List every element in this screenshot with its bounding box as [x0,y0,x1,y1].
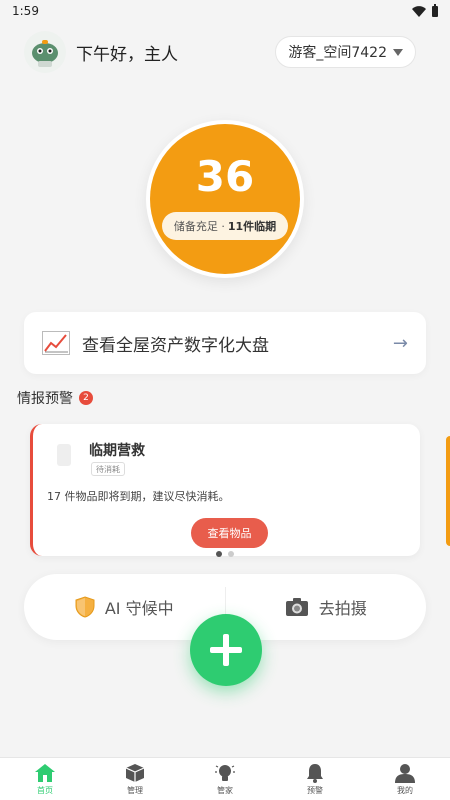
robot-avatar-icon [32,40,58,67]
take-photo-button[interactable]: 去拍摄 [226,595,427,619]
nav-item-manage[interactable]: 管理 [90,758,180,800]
item-jar-icon [57,444,71,466]
nav-item-home[interactable]: 首页 [0,758,90,800]
asset-dashboard-card[interactable]: 查看全屋资产数字化大盘 → [24,312,426,374]
alert-card-title: 临期营救 [89,443,145,459]
carousel-dot-active[interactable] [216,551,222,557]
alerts-count-badge: 2 [79,391,93,405]
bulb-icon [215,765,235,781]
score-status-pill: 储备充足 · 11件临期 [161,212,289,240]
caret-down-icon [393,48,403,56]
carousel-dots [216,551,234,557]
carousel-dot[interactable] [228,551,234,557]
nav-label-butler: 管家 [217,786,233,795]
view-items-button[interactable]: 查看物品 [191,518,268,548]
space-selector[interactable]: 游客_空间7422 [275,36,416,68]
ai-guard-label: AI 守候中 [104,599,174,618]
score-pill-bold: 11件临期 [227,220,277,233]
greeting-text: 下午好，主人 [76,44,178,65]
next-alert-card[interactable] [446,436,450,546]
alerts-title-text: 情报预警 [17,391,73,407]
nav-label-home: 首页 [37,786,53,795]
take-photo-label: 去拍摄 [318,599,367,618]
status-icons [412,3,438,17]
user-icon [395,764,415,783]
dashboard-label: 查看全屋资产数字化大盘 [82,335,269,356]
home-icon [35,764,55,782]
battery-icon [432,3,438,17]
nav-label-profile: 我的 [397,786,413,795]
bell-icon [307,764,323,783]
avatar[interactable] [24,31,66,73]
alerts-section-title: 情报预警 2 [17,388,93,408]
chart-trend-icon [42,331,70,355]
arrow-right-icon: → [392,332,408,354]
status-bar: 1:59 [0,0,450,22]
score-pill-prefix: 储备充足 · [173,220,225,233]
nav-item-butler[interactable]: 管家 [180,758,270,800]
shield-icon [75,596,95,618]
score-value: 36 [195,152,255,201]
box-icon [125,764,145,782]
space-selector-label: 游客_空间7422 [288,45,387,61]
status-time: 1:59 [12,4,39,18]
nav-item-profile[interactable]: 我的 [360,758,450,800]
alert-card[interactable]: 临期营救 待消耗 17 件物品即将到期，建议尽快消耗。 查看物品 [30,424,420,556]
add-item-button[interactable] [190,614,262,686]
alert-card-tag: 待消耗 [91,462,125,476]
inventory-score[interactable]: 36 储备充足 · 11件临期 [146,120,304,278]
bottom-nav: 首页 管理 管家 预警 我的 [0,757,450,800]
nav-item-alerts[interactable]: 预警 [270,758,360,800]
score-circle: 36 储备充足 · 11件临期 [150,124,300,274]
header: 下午好，主人 游客_空间7422 [24,31,416,73]
nav-label-manage: 管理 [127,786,143,795]
ai-guard-button[interactable]: AI 守候中 [24,595,225,619]
wifi-icon [412,5,426,17]
plus-icon [210,634,242,666]
alert-card-description: 17 件物品即将到期，建议尽快消耗。 [47,490,230,503]
camera-icon [285,598,308,616]
nav-label-alerts: 预警 [307,786,323,795]
